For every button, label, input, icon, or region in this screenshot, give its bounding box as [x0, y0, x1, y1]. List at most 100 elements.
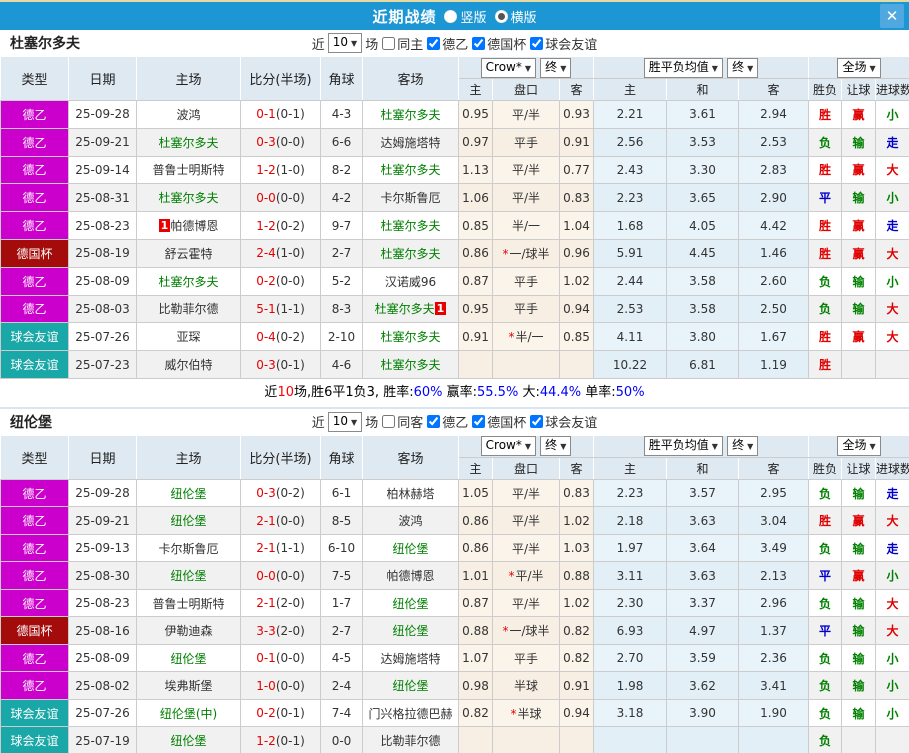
league-checkbox-1[interactable]: [427, 36, 441, 50]
home-odds-cell: 0.86: [458, 238, 493, 268]
same-venue-label[interactable]: 同主: [397, 34, 423, 53]
team-text: 纽伦堡: [392, 679, 429, 694]
home-team-cell: 纽伦堡: [136, 478, 241, 508]
layout-vertical-option[interactable]: 竖版: [444, 7, 487, 26]
league-label[interactable]: 德国杯: [487, 34, 526, 53]
handicap-value: 平手: [513, 135, 538, 150]
company-select-value[interactable]: Crow*: [486, 60, 522, 74]
avg-select-value[interactable]: 胜平负均值: [649, 60, 709, 74]
radio-vertical-icon[interactable]: [444, 9, 458, 23]
avg-away-cell: 2.90: [737, 183, 810, 213]
team-text: 亚琛: [176, 330, 201, 345]
corners-cell: 6-10: [320, 533, 363, 563]
avg-stage-select-value[interactable]: 终: [732, 60, 744, 74]
chevron-down-icon: ▼: [560, 63, 567, 73]
league-filter-1[interactable]: 德乙: [426, 34, 468, 53]
recent-count-select-value[interactable]: 10: [333, 35, 348, 49]
league-filter-2[interactable]: 德国杯: [471, 34, 526, 53]
company-select-value[interactable]: Crow*: [486, 438, 522, 452]
league-checkbox-1[interactable]: [427, 415, 441, 429]
league-label[interactable]: 德乙: [442, 34, 468, 53]
avg-stage-select-value[interactable]: 终: [732, 438, 744, 452]
col-header-score: 比分(半场): [240, 56, 321, 101]
goals-result-cell: [875, 350, 909, 379]
corners-cell: 8-2: [320, 155, 363, 185]
avg-home-cell: [593, 726, 667, 753]
summary-line: 近10场,胜6平1负3, 胜率:60% 赢率:55.5% 大:44.4% 单率:…: [0, 378, 909, 407]
goals-result-cell: 走: [875, 478, 909, 508]
league-checkbox-3[interactable]: [530, 36, 544, 50]
league-filter-3[interactable]: 球会友谊: [529, 34, 597, 53]
league-filter-1[interactable]: 德乙: [426, 412, 468, 431]
match-row: 德乙 25-08-02 埃弗斯堡 1-0(0-0) 2-4 纽伦堡 0.98 半球 0.91 1.…: [0, 671, 909, 700]
subcol-header-goals: 进球数: [875, 456, 909, 480]
radio-horizontal-icon[interactable]: [494, 9, 508, 23]
close-button[interactable]: ✕: [880, 4, 904, 28]
league-checkbox-2[interactable]: [472, 415, 486, 429]
league-label[interactable]: 球会友谊: [545, 34, 597, 53]
odds-stage-select-value[interactable]: 终: [545, 438, 557, 452]
radio-horizontal-label[interactable]: 横版: [511, 7, 537, 26]
odds-stage-select[interactable]: 终 ▼: [540, 436, 572, 457]
handicap-cell: 平/半: [492, 100, 560, 129]
handicap-value: 半/一: [511, 219, 541, 234]
odds-stage-select[interactable]: 终 ▼: [540, 57, 572, 78]
scope-select-value[interactable]: 全场: [842, 60, 866, 74]
league-label[interactable]: 德国杯: [487, 412, 526, 431]
odds-stage-select-value[interactable]: 终: [545, 60, 557, 74]
league-label[interactable]: 球会友谊: [545, 412, 597, 431]
layout-horizontal-option[interactable]: 横版: [494, 7, 537, 26]
match-row: 德乙 25-09-28 纽伦堡 0-3(0-2) 6-1 柏林赫塔 1.05 平/半 0.83 2…: [0, 478, 909, 508]
scope-select[interactable]: 全场 ▼: [837, 436, 881, 457]
date-cell: 25-08-16: [68, 616, 137, 645]
avg-select-value[interactable]: 胜平负均值: [649, 438, 709, 452]
goals-result-cell: 小: [875, 100, 909, 129]
home-team-cell: 威尔伯特: [136, 350, 241, 379]
scope-select-value[interactable]: 全场: [842, 438, 866, 452]
team-text: 纽伦堡: [392, 596, 429, 611]
fulltime-score: 0-3: [256, 486, 276, 501]
avg-home-cell: 1.98: [593, 671, 667, 700]
halftime-score: (0-0): [275, 190, 305, 205]
league-checkbox-2[interactable]: [472, 36, 486, 50]
recent-count-select[interactable]: 10 ▼: [327, 411, 363, 432]
red-card-badge: 1: [434, 302, 447, 316]
handicap-result-cell: 输: [841, 127, 877, 157]
score-cell: 0-3(0-2): [240, 478, 321, 508]
away-odds-cell: 0.93: [559, 100, 594, 129]
home-odds-cell: 0.82: [458, 698, 493, 728]
team-text: 达姆施塔特: [380, 651, 441, 666]
avg-draw-cell: 3.57: [666, 478, 739, 508]
fulltime-score: 5-1: [256, 301, 276, 316]
avg-away-cell: 2.60: [737, 266, 810, 296]
avg-select[interactable]: 胜平负均值 ▼: [643, 436, 723, 457]
league-checkbox-3[interactable]: [530, 415, 544, 429]
radio-vertical-label[interactable]: 竖版: [460, 7, 486, 26]
away-odds-cell: 1.02: [559, 506, 594, 535]
same-venue-checkbox[interactable]: [382, 36, 396, 50]
recent-count-select-value[interactable]: 10: [333, 414, 348, 428]
league-label[interactable]: 德乙: [442, 412, 468, 431]
same-venue-filter[interactable]: 同客: [381, 412, 423, 431]
avg-stage-select[interactable]: 终 ▼: [727, 57, 759, 78]
summary-segment: 60%: [413, 384, 443, 400]
handicap-result-cell: 赢: [841, 100, 877, 129]
avg-stage-select[interactable]: 终 ▼: [727, 436, 759, 457]
handicap-value: 平/半: [511, 596, 541, 611]
company-select[interactable]: Crow* ▼: [480, 436, 537, 457]
subcol-header-result: 胜负: [808, 78, 843, 101]
team-text: 伊勒迪森: [164, 624, 213, 639]
date-cell: 25-09-21: [68, 127, 137, 157]
league-filter-2[interactable]: 德国杯: [471, 412, 526, 431]
league-filter-3[interactable]: 球会友谊: [529, 412, 597, 431]
same-venue-filter[interactable]: 同主: [381, 34, 423, 53]
same-venue-checkbox[interactable]: [382, 415, 396, 429]
same-venue-label[interactable]: 同客: [397, 412, 423, 431]
company-select[interactable]: Crow* ▼: [480, 57, 537, 78]
scope-select[interactable]: 全场 ▼: [837, 57, 881, 78]
away-team-cell: 柏林赫塔: [362, 478, 459, 508]
avg-select[interactable]: 胜平负均值 ▼: [643, 57, 723, 78]
handicap-result-cell: 输: [841, 266, 877, 296]
recent-count-select[interactable]: 10 ▼: [327, 33, 363, 53]
chevron-down-icon: ▼: [711, 63, 718, 73]
